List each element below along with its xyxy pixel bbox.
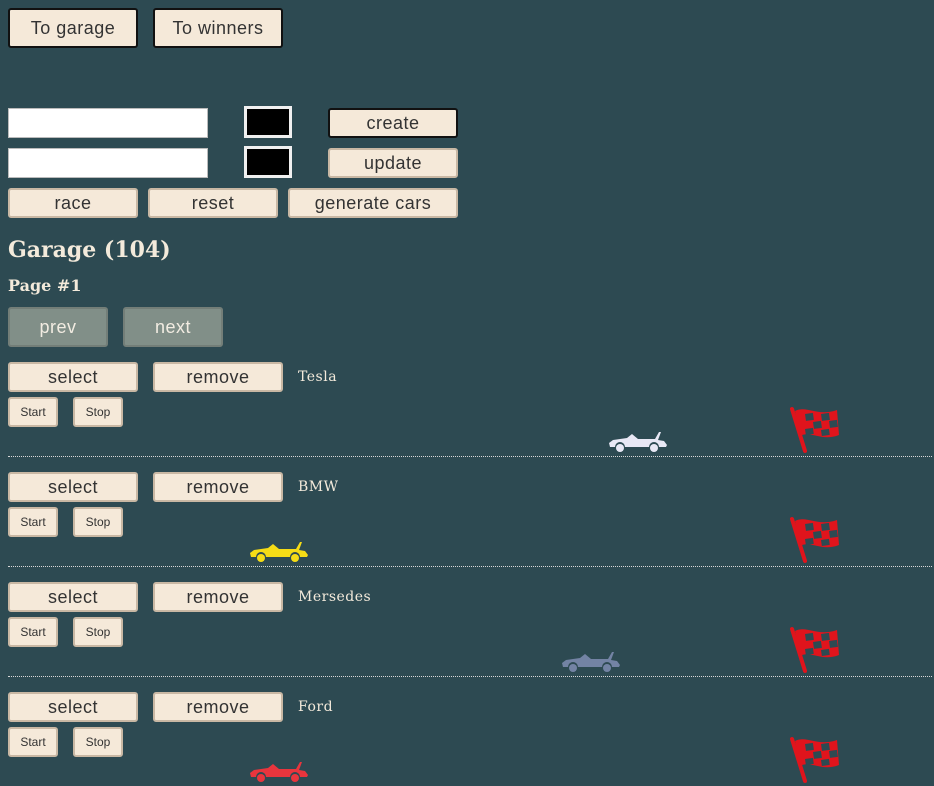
remove-car-button[interactable]: remove <box>153 472 283 502</box>
update-button[interactable]: update <box>328 148 458 178</box>
car-icon <box>562 652 620 672</box>
race-button[interactable]: race <box>8 188 138 218</box>
checkered-flag-icon <box>790 737 839 783</box>
to-winners-button[interactable]: To winners <box>153 8 283 48</box>
page-number: Page #1 <box>8 276 82 295</box>
car-name: Ford <box>298 699 334 715</box>
start-engine-button[interactable]: Start <box>8 727 58 757</box>
reset-button[interactable]: reset <box>148 188 278 218</box>
stop-engine-button[interactable]: Stop <box>73 397 123 427</box>
car-icon <box>250 762 308 782</box>
remove-car-button[interactable]: remove <box>153 362 283 392</box>
track-separator <box>8 566 932 567</box>
checkered-flag-icon <box>790 407 839 453</box>
create-name-input[interactable] <box>8 108 208 138</box>
car-name: BMW <box>298 479 339 495</box>
stop-engine-button[interactable]: Stop <box>73 617 123 647</box>
create-button[interactable]: create <box>328 108 458 138</box>
to-garage-button[interactable]: To garage <box>8 8 138 48</box>
car-icon <box>609 432 667 452</box>
update-name-input[interactable] <box>8 148 208 178</box>
start-engine-button[interactable]: Start <box>8 397 58 427</box>
checkered-flag-icon <box>790 517 839 563</box>
garage-title: Garage (104) <box>8 237 171 263</box>
generate-cars-button[interactable]: generate cars <box>288 188 458 218</box>
car-name: Tesla <box>298 369 338 385</box>
next-page-button[interactable]: next <box>123 307 223 347</box>
stop-engine-button[interactable]: Stop <box>73 507 123 537</box>
checkered-flag-icon <box>790 627 839 673</box>
select-car-button[interactable]: select <box>8 472 138 502</box>
stop-engine-button[interactable]: Stop <box>73 727 123 757</box>
create-color-picker[interactable] <box>244 106 292 138</box>
update-color-picker[interactable] <box>244 146 292 178</box>
remove-car-button[interactable]: remove <box>153 582 283 612</box>
track-separator <box>8 676 932 677</box>
start-engine-button[interactable]: Start <box>8 507 58 537</box>
prev-page-button[interactable]: prev <box>8 307 108 347</box>
start-engine-button[interactable]: Start <box>8 617 58 647</box>
select-car-button[interactable]: select <box>8 692 138 722</box>
car-icon <box>250 542 308 562</box>
track-separator <box>8 456 932 457</box>
select-car-button[interactable]: select <box>8 582 138 612</box>
select-car-button[interactable]: select <box>8 362 138 392</box>
car-name: Mersedes <box>298 589 372 605</box>
remove-car-button[interactable]: remove <box>153 692 283 722</box>
